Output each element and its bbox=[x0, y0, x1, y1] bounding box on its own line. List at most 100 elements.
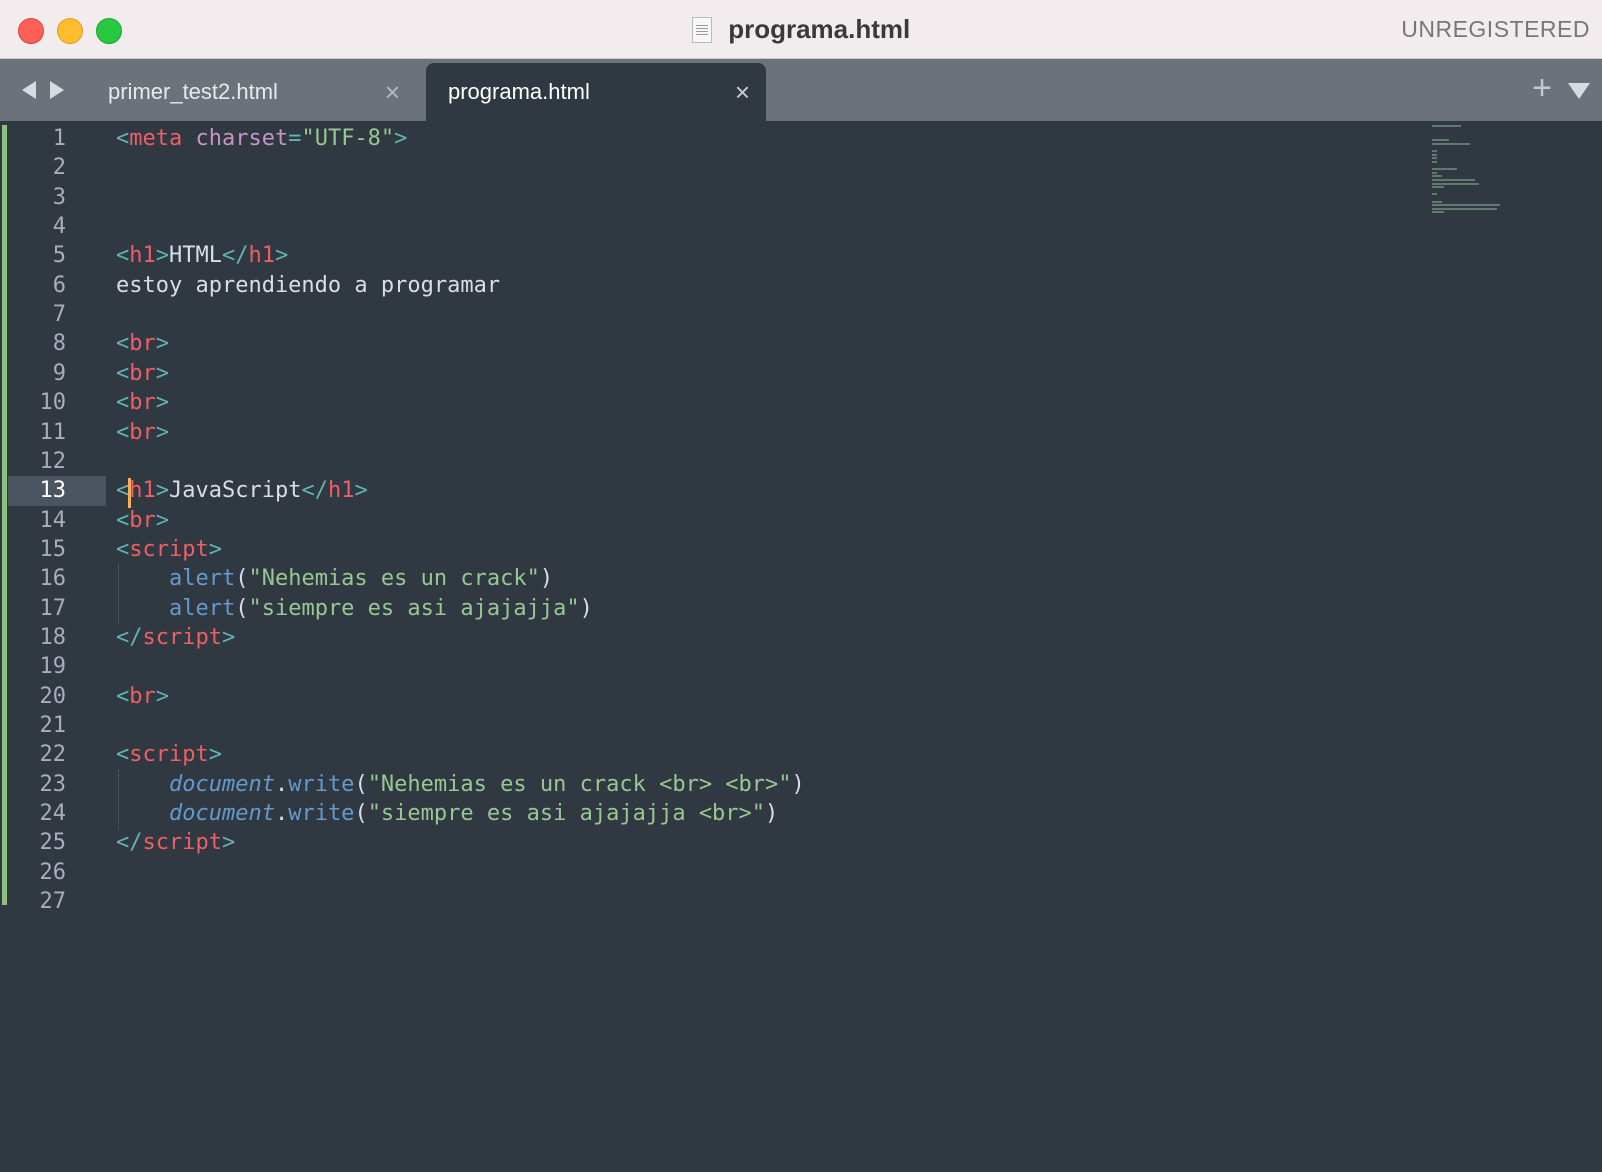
line-number: 4 bbox=[52, 214, 66, 240]
minimap-line bbox=[1432, 161, 1438, 163]
code-token: > bbox=[394, 126, 408, 151]
code-token: ( bbox=[235, 566, 249, 592]
close-icon[interactable]: × bbox=[385, 77, 400, 108]
code-token: br bbox=[129, 683, 156, 709]
code-token: "siempre es asi ajajajja <br>" bbox=[367, 801, 766, 827]
line-number: 13 bbox=[8, 476, 106, 507]
code-token: "siempre es asi ajajajja" bbox=[248, 595, 580, 621]
code-line[interactable]: <script> bbox=[116, 535, 222, 565]
line-number: 2 bbox=[52, 155, 66, 181]
chevron-right-icon[interactable] bbox=[50, 81, 64, 99]
line-number: 6 bbox=[52, 272, 66, 298]
line-number: 18 bbox=[39, 624, 67, 650]
code-token: < bbox=[116, 536, 130, 562]
code-token: . bbox=[274, 801, 289, 827]
minimap-line bbox=[1432, 175, 1443, 178]
code-token: < bbox=[116, 126, 130, 151]
minimap-line bbox=[1432, 139, 1449, 142]
code-line[interactable]: <br> bbox=[116, 418, 169, 448]
line-number: 16 bbox=[39, 566, 67, 592]
code-line[interactable]: <br> bbox=[116, 359, 169, 389]
code-line[interactable]: estoy aprendiendo a programar bbox=[116, 271, 500, 301]
line-number: 12 bbox=[39, 448, 67, 474]
code-token: </ bbox=[116, 624, 143, 650]
code-token: < bbox=[116, 331, 130, 357]
code-line[interactable]: <h1>HTML</h1> bbox=[116, 241, 288, 271]
chevron-left-icon[interactable] bbox=[22, 81, 36, 99]
code-editor[interactable]: 1 2 3 4 5 6 7 8 9 10 11 12 13 14 15 16 17 18 19 20 21 22 23 24 2… bbox=[0, 121, 1602, 1172]
minimap-line bbox=[1432, 153, 1438, 156]
minimap-line bbox=[1432, 182, 1479, 185]
code-token: h1 bbox=[327, 478, 355, 504]
text-cursor bbox=[128, 478, 131, 508]
tab-programa[interactable]: programa.html × bbox=[426, 63, 766, 121]
triangle-down-icon[interactable] bbox=[1568, 83, 1590, 99]
code-token: > bbox=[155, 360, 169, 386]
line-number: 17 bbox=[39, 595, 67, 621]
code-token: > bbox=[208, 742, 222, 768]
tab-primer-test2[interactable]: primer_test2.html × bbox=[86, 63, 416, 121]
line-number: 27 bbox=[39, 889, 67, 915]
close-icon[interactable]: × bbox=[735, 77, 750, 108]
line-number: 15 bbox=[39, 536, 67, 562]
line-number: 3 bbox=[52, 184, 66, 210]
code-token: > bbox=[155, 243, 169, 269]
code-line[interactable]: </script> bbox=[116, 828, 235, 858]
code-line[interactable]: <br> bbox=[116, 388, 169, 418]
new-tab-button[interactable]: + bbox=[1532, 69, 1552, 108]
code-token: br bbox=[129, 507, 156, 533]
line-number: 1 bbox=[52, 126, 66, 151]
code-token: < bbox=[116, 243, 130, 269]
code-line[interactable]: document.write("Nehemias es un crack <br… bbox=[116, 770, 805, 800]
code-token: estoy aprendiendo a programar bbox=[116, 272, 501, 298]
code-line[interactable]: alert("siempre es asi ajajajja") bbox=[116, 594, 593, 624]
code-line[interactable]: <h1>JavaScript</h1> bbox=[116, 476, 368, 506]
minimap-line bbox=[1432, 171, 1438, 174]
code-line[interactable]: <br> bbox=[116, 506, 169, 536]
document-icon bbox=[691, 16, 712, 43]
line-number: 10 bbox=[39, 390, 67, 416]
code-token: write bbox=[288, 771, 355, 797]
code-line[interactable]: <meta charset="UTF-8"> bbox=[116, 124, 407, 154]
code-line[interactable]: <br> bbox=[116, 682, 169, 712]
minimap-line bbox=[1432, 193, 1438, 196]
code-line[interactable]: <script> bbox=[116, 740, 222, 770]
tab-label: programa.html bbox=[448, 79, 590, 104]
code-token: JavaScript bbox=[169, 478, 302, 504]
code-token: < bbox=[116, 360, 130, 386]
code-token: h1 bbox=[129, 243, 156, 269]
code-token: < bbox=[116, 683, 130, 709]
code-token: < bbox=[116, 507, 130, 533]
code-token: < bbox=[116, 419, 130, 445]
code-token: script bbox=[142, 830, 222, 856]
code-token: charset bbox=[195, 126, 289, 151]
code-token: HTML bbox=[169, 243, 222, 269]
minimap[interactable] bbox=[1432, 125, 1542, 235]
code-token: script bbox=[129, 536, 209, 562]
code-token: "Nehemias es un crack <br> <br>" bbox=[367, 771, 792, 797]
line-number: 5 bbox=[52, 243, 66, 269]
minimap-line bbox=[1432, 200, 1443, 203]
code-line[interactable]: alert("Nehemias es un crack") bbox=[116, 564, 553, 594]
code-line[interactable]: document.write("siempre es asi ajajajja … bbox=[116, 799, 778, 829]
code-line[interactable]: <br> bbox=[116, 329, 169, 359]
code-token: br bbox=[129, 331, 156, 357]
code-line[interactable]: </script> bbox=[116, 623, 235, 653]
code-token: alert bbox=[168, 595, 236, 621]
line-number: 26 bbox=[39, 859, 67, 885]
tab-bar: primer_test2.html × programa.html × + bbox=[0, 59, 1602, 121]
line-number: 21 bbox=[39, 713, 67, 738]
minimap-line bbox=[1432, 125, 1461, 127]
minimap-line bbox=[1432, 150, 1438, 153]
code-token: ) bbox=[539, 566, 554, 592]
code-token: ( bbox=[354, 771, 368, 797]
code-token: ) bbox=[765, 801, 779, 827]
code-token: > bbox=[155, 683, 169, 709]
code-token: "UTF-8" bbox=[301, 126, 395, 151]
code-token: write bbox=[288, 801, 355, 827]
code-token: h1 bbox=[129, 478, 156, 504]
code-token: br bbox=[129, 419, 156, 445]
code-token: h1 bbox=[248, 243, 275, 269]
